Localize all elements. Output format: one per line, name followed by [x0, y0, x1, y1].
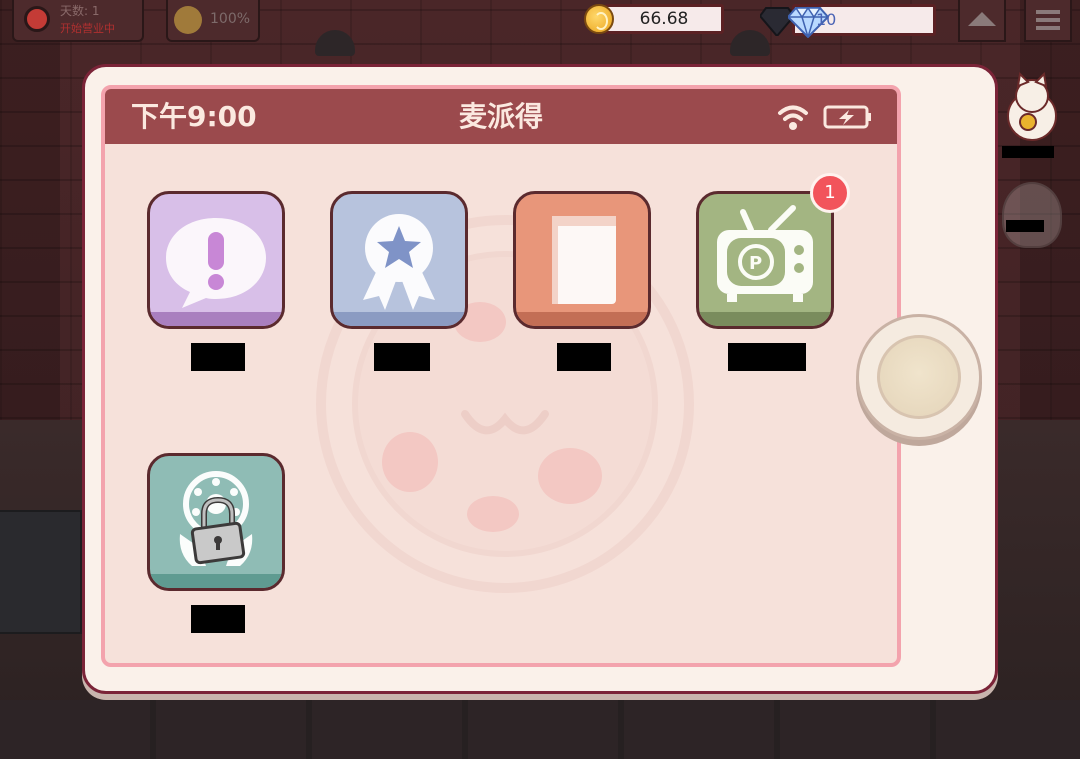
svg-text:P: P — [749, 253, 762, 274]
lucky-cat-label — [1002, 146, 1054, 158]
padlock-icon — [190, 496, 246, 565]
app-tv-tile[interactable]: P — [696, 191, 834, 329]
home-button-face — [877, 335, 961, 419]
coin-value: 66.68 — [639, 9, 689, 29]
app-achievements-label — [374, 343, 430, 371]
tv-icon: P — [717, 205, 813, 302]
app-phone-locked-label — [191, 605, 245, 633]
app-recipes-label — [557, 343, 611, 371]
app-recipes-tile[interactable] — [513, 191, 651, 329]
chevron-up-icon — [968, 12, 996, 26]
gem-value: 10 — [816, 10, 837, 29]
cash-register — [0, 510, 82, 634]
lucky-cat-icon[interactable] — [1002, 72, 1062, 142]
menu-line — [1036, 26, 1060, 30]
sun-icon — [24, 6, 50, 32]
satisfaction-meter[interactable]: 100% — [166, 0, 260, 42]
coin-icon — [584, 4, 614, 34]
notification-badge: 1 — [810, 173, 850, 213]
battery-charging-icon — [823, 105, 871, 129]
counter — [0, 700, 1080, 759]
expand-button[interactable] — [958, 0, 1006, 42]
day-counter[interactable]: 天数: 1 开始营业中 — [12, 0, 144, 42]
award-ribbon-icon — [363, 214, 435, 310]
app-tv-label — [728, 343, 806, 371]
day-label: 天数: 1 — [60, 4, 100, 18]
smiley-face-icon — [174, 6, 202, 34]
coin-balance[interactable]: 66.68 — [584, 2, 726, 38]
exclamation-bubble-icon — [166, 218, 266, 308]
app-notices-tile[interactable] — [147, 191, 285, 329]
ceiling-lamp — [315, 30, 355, 56]
wall-pillar — [0, 0, 60, 420]
menu-line — [1036, 10, 1060, 14]
phone-screen: 下午9:00 麦派得 P 1 — [101, 85, 901, 667]
menu-button[interactable] — [1024, 0, 1072, 42]
menu-line — [1036, 18, 1060, 22]
gem-balance[interactable]: 10 — [760, 2, 938, 42]
app-notices-label — [191, 343, 245, 371]
app-phone-locked-tile[interactable] — [147, 453, 285, 591]
phone-status-bar: 下午9:00 麦派得 — [105, 89, 897, 144]
book-icon — [552, 216, 616, 304]
tip-jar-label — [1006, 220, 1044, 232]
wifi-icon — [778, 105, 808, 130]
satisfaction-value: 100% — [210, 11, 251, 27]
phone-home-button[interactable] — [856, 314, 982, 440]
day-status: 开始营业中 — [60, 22, 115, 35]
app-achievements-tile[interactable] — [330, 191, 468, 329]
tip-jar-icon[interactable] — [1002, 182, 1062, 248]
